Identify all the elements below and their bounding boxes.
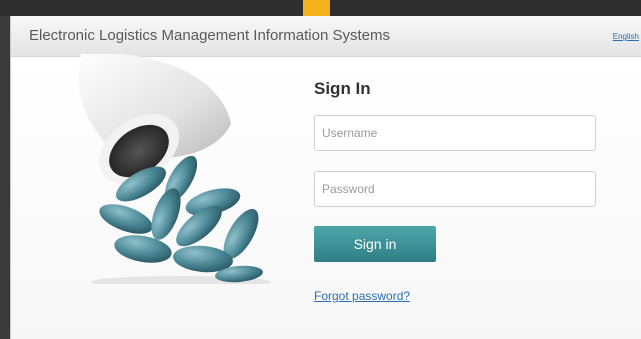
panel-header: Electronic Logistics Management Informat…	[11, 16, 641, 57]
forgot-password-link[interactable]: Forgot password?	[314, 289, 410, 303]
login-panel: Electronic Logistics Management Informat…	[10, 16, 641, 339]
username-input[interactable]	[314, 115, 596, 151]
password-input[interactable]	[314, 171, 596, 207]
pill-bottle-illustration	[77, 54, 271, 284]
language-link[interactable]: English	[613, 32, 639, 41]
sign-in-button[interactable]: Sign in	[314, 226, 436, 262]
sign-in-heading: Sign In	[314, 79, 371, 98]
app-title: Electronic Logistics Management Informat…	[29, 27, 390, 44]
